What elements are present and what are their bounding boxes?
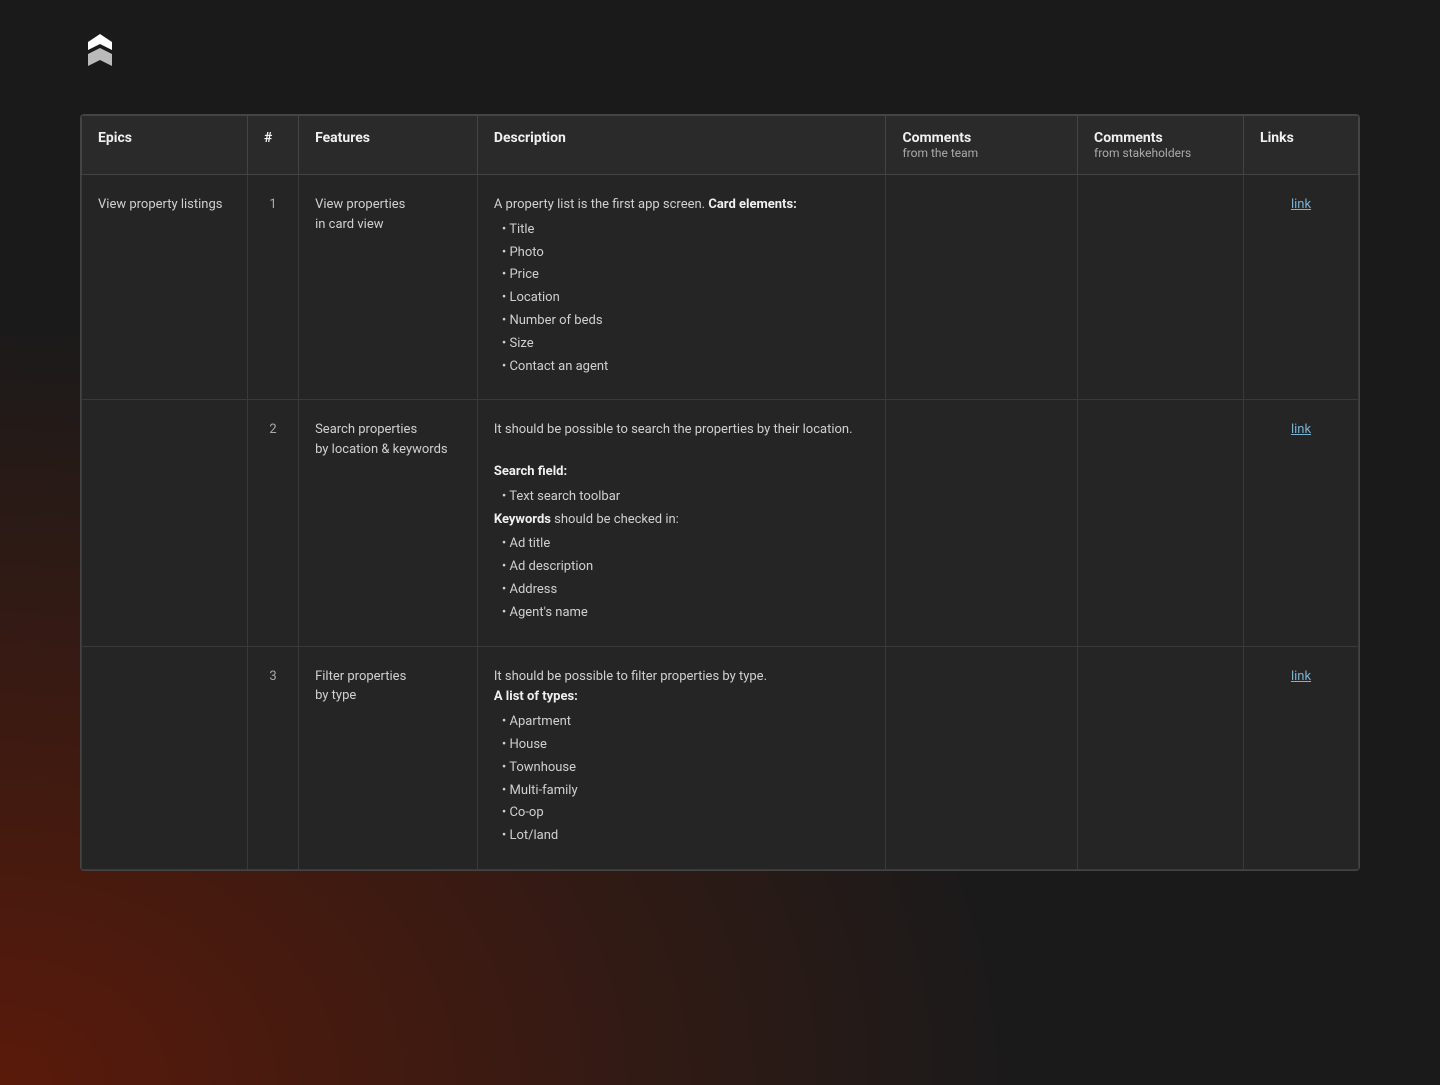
list-item: Contact an agent <box>502 357 870 378</box>
cell-link-3[interactable]: link <box>1244 646 1359 869</box>
cell-description-1: A property list is the first app screen.… <box>477 175 886 400</box>
link-2[interactable]: link <box>1291 422 1311 437</box>
list-item: Location <box>502 288 870 309</box>
list-item: House <box>502 735 870 756</box>
header-description: Description <box>477 116 886 175</box>
list-item: Number of beds <box>502 311 870 332</box>
description-list-2b: Ad title Ad description Address Agent's … <box>494 534 870 623</box>
cell-features-1: View properties in card view <box>299 175 478 400</box>
cell-number-2: 2 <box>248 400 299 646</box>
cell-comments-team-1 <box>886 175 1078 400</box>
link-3[interactable]: link <box>1291 669 1311 684</box>
list-item: Multi-family <box>502 781 870 802</box>
list-item: Lot/land <box>502 826 870 847</box>
list-item: Apartment <box>502 712 870 733</box>
features-table: Epics # Features Description Comments fr… <box>81 115 1359 870</box>
brand-logo <box>80 30 120 70</box>
description-list-3: Apartment House Townhouse Multi-family C… <box>494 712 870 847</box>
cell-comments-team-3 <box>886 646 1078 869</box>
list-item: Ad title <box>502 534 870 555</box>
table-row: 2 Search properties by location & keywor… <box>82 400 1359 646</box>
cell-description-3: It should be possible to filter properti… <box>477 646 886 869</box>
list-item: Co-op <box>502 803 870 824</box>
cell-epics-2 <box>82 400 248 646</box>
list-item: Townhouse <box>502 758 870 779</box>
list-item: Text search toolbar <box>502 487 870 508</box>
cell-epics-3 <box>82 646 248 869</box>
cell-comments-stake-3 <box>1078 646 1244 869</box>
cell-description-2: It should be possible to search the prop… <box>477 400 886 646</box>
cell-link-2[interactable]: link <box>1244 400 1359 646</box>
description-list-2a: Text search toolbar <box>494 487 870 508</box>
cell-features-2: Search properties by location & keywords <box>299 400 478 646</box>
list-item: Title <box>502 220 870 241</box>
header-comments-stakeholders: Comments from stakeholders <box>1078 116 1244 175</box>
header-features: Features <box>299 116 478 175</box>
link-1[interactable]: link <box>1291 197 1311 212</box>
list-item: Price <box>502 265 870 286</box>
cell-link-1[interactable]: link <box>1244 175 1359 400</box>
list-item: Agent's name <box>502 603 870 624</box>
logo-area <box>0 0 1440 94</box>
description-list-1: Title Photo Price Location Number of bed… <box>494 220 870 378</box>
main-table-wrapper: Epics # Features Description Comments fr… <box>80 114 1360 871</box>
list-item: Photo <box>502 243 870 264</box>
header-epics: Epics <box>82 116 248 175</box>
table-row: View property listings 1 View properties… <box>82 175 1359 400</box>
header-links: Links <box>1244 116 1359 175</box>
header-number: # <box>248 116 299 175</box>
list-item: Size <box>502 334 870 355</box>
cell-epics-1: View property listings <box>82 175 248 400</box>
table-header-row: Epics # Features Description Comments fr… <box>82 116 1359 175</box>
table-row: 3 Filter properties by type It should be… <box>82 646 1359 869</box>
list-item: Address <box>502 580 870 601</box>
list-item: Ad description <box>502 557 870 578</box>
cell-number-3: 3 <box>248 646 299 869</box>
cell-comments-stake-2 <box>1078 400 1244 646</box>
cell-comments-stake-1 <box>1078 175 1244 400</box>
header-comments-team: Comments from the team <box>886 116 1078 175</box>
cell-features-3: Filter properties by type <box>299 646 478 869</box>
cell-comments-team-2 <box>886 400 1078 646</box>
cell-number-1: 1 <box>248 175 299 400</box>
